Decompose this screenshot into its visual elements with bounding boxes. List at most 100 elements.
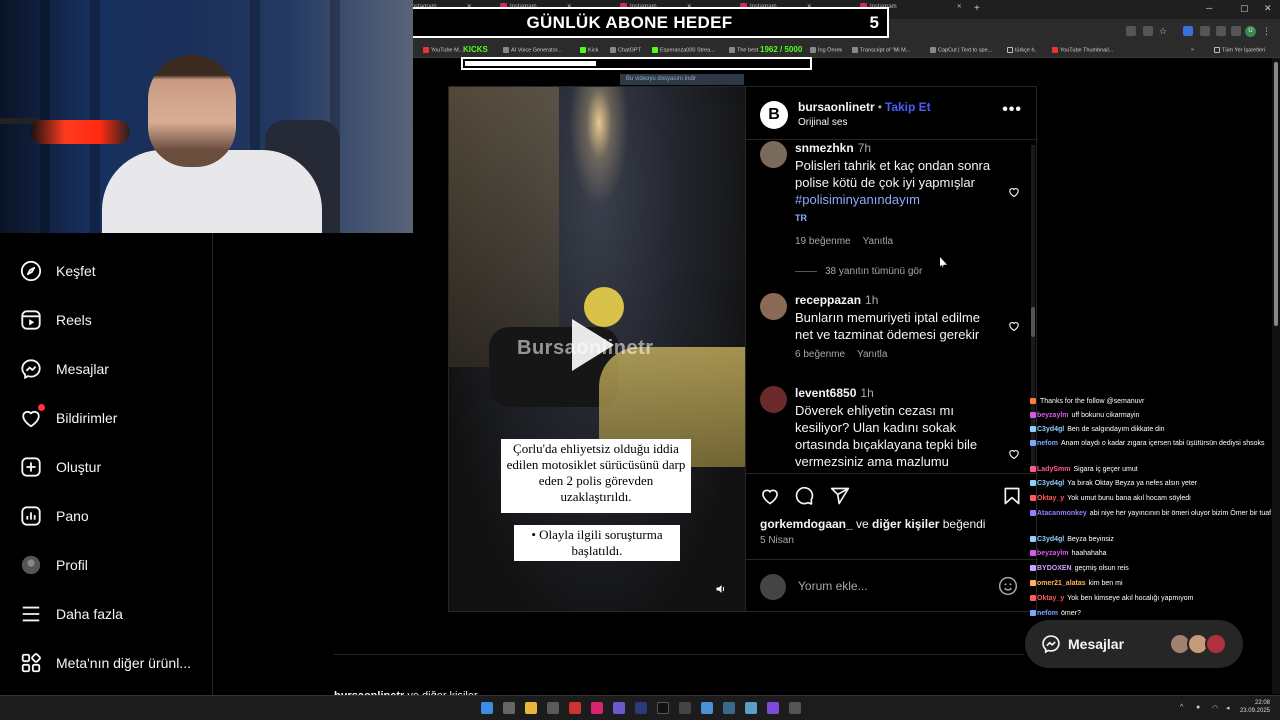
play-icon[interactable] [572,319,614,371]
install-icon[interactable] [1126,26,1136,36]
downloads-icon[interactable] [1231,26,1241,36]
chrome-icon[interactable] [701,702,713,714]
speaker-icon[interactable]: ◂ [1226,704,1230,712]
share-icon[interactable] [830,486,850,506]
extension-icon[interactable] [1200,26,1210,36]
reel-video[interactable]: Bursaonlinetr Çorlu'da ehliyetsiz olduğu… [449,87,745,611]
minimize-icon[interactable]: ─ [1206,3,1212,13]
new-tab-button[interactable]: + [974,3,980,15]
comment-likes[interactable]: 6 beğenme [795,349,845,360]
maximize-icon[interactable]: ▢ [1240,3,1249,14]
heart-icon[interactable] [1008,448,1020,460]
audio-label[interactable]: Orijinal ses [798,117,847,128]
all-bookmarks-folder[interactable]: Tüm Yer İşaretleri [1214,47,1265,53]
reply-button[interactable]: Yanıtla [863,236,893,247]
like-heart-icon[interactable] [760,486,780,506]
heart-icon[interactable] [1008,320,1020,332]
emoji-icon[interactable] [998,576,1018,596]
chat-username[interactable]: nefom [1037,440,1058,447]
app-icon[interactable] [723,702,735,714]
chat-username[interactable]: Atacanmonkey [1037,510,1087,517]
sidebar-item-messages[interactable]: Mesajlar [20,357,109,381]
chat-username[interactable]: omer21_alatas [1037,580,1086,587]
bookmarks-overflow-icon[interactable]: » [1191,47,1194,53]
heart-icon[interactable] [1008,186,1020,198]
instagram-icon[interactable] [591,702,603,714]
app-icon[interactable] [745,702,757,714]
reply-button[interactable]: Yanıtla [857,349,887,360]
bookmark-item[interactable]: The best [729,47,758,53]
star-icon[interactable]: ☆ [1159,26,1169,36]
chat-username[interactable]: Oktay_y [1037,495,1064,502]
chat-username[interactable]: LadySmm [1037,466,1070,473]
extension-icon[interactable] [1183,26,1193,36]
app-icon[interactable] [767,702,779,714]
comment-input[interactable] [798,577,978,595]
commenter-avatar[interactable] [760,141,787,168]
sidebar-item-more[interactable]: Daha fazla [20,602,123,626]
wifi-icon[interactable]: ◠ [1212,704,1218,712]
sidebar-item-notifications[interactable]: Bildirimler [20,404,117,430]
more-options-icon[interactable]: ••• [1002,101,1022,119]
profile-avatar[interactable]: U [1245,26,1256,37]
commenter-username[interactable]: snmezhkn [795,141,854,155]
sidebar-item-create[interactable]: Oluştur [20,455,101,479]
bookmark-item[interactable]: Transcript of "Mi M... [852,47,910,53]
sidebar-item-dashboard[interactable]: Pano [20,504,89,528]
bookmark-item[interactable]: İng Örnek [810,47,842,53]
extensions-puzzle-icon[interactable] [1216,26,1226,36]
sidebar-item-reels[interactable]: Reels [20,308,92,332]
taskview-icon[interactable] [503,702,515,714]
bookmark-item[interactable]: Esperanza000 Strea... [652,47,715,53]
taskbar-clock[interactable]: 22:08 23.09.2025 [1240,699,1270,715]
bookmark-save-icon[interactable] [1002,486,1022,506]
translate-badge[interactable]: TR [795,213,807,223]
chat-username[interactable]: C3yd4gl [1037,426,1064,433]
liked-by-user[interactable]: gorkemdogaan_ [760,517,853,531]
bookmark-item[interactable]: CapCut | Text to spe... [930,47,992,53]
page-scroll-thumb[interactable] [1274,62,1278,326]
app-icon[interactable] [569,702,581,714]
comments-scroll-thumb[interactable] [1031,307,1035,337]
close-tab-icon[interactable]: ✕ [957,4,962,10]
photoshop-icon[interactable] [635,702,647,714]
sidebar-item-explore[interactable]: Keşfet [20,259,96,283]
bookmark-item[interactable]: YouTube Thumbnail... [1052,47,1113,53]
chat-username[interactable]: C3yd4gl [1037,480,1064,487]
close-window-icon[interactable]: ✕ [1264,3,1272,14]
bookmark-item[interactable]: AI Voice Generator... [503,47,562,53]
chat-username[interactable]: Oktay_y [1037,595,1064,602]
messages-dock[interactable]: Mesajlar [1025,620,1243,668]
volume-icon[interactable] [715,583,727,595]
chat-username[interactable]: BYDOXEN [1037,565,1072,572]
commenter-avatar[interactable] [760,293,787,320]
app-icon[interactable] [613,702,625,714]
sidebar-item-meta-products[interactable]: Meta'nın diğer ürünl... [20,651,191,675]
file-explorer-icon[interactable] [525,702,537,714]
chat-username[interactable]: nefom [1037,610,1058,617]
tray-chevron-icon[interactable]: ^ [1180,704,1183,711]
start-windows-icon[interactable] [481,702,493,714]
bookmark-item[interactable]: ChatGPT [610,47,641,53]
chat-username[interactable]: C3yd4gl [1037,536,1064,543]
liked-by-others-link[interactable]: diğer kişiler [872,517,939,531]
comment-likes[interactable]: 19 beğenme [795,236,851,247]
follow-button[interactable]: Takip Et [885,100,931,114]
hashtag-link[interactable]: #polisiminyanındayım [795,192,920,207]
app-icon[interactable] [679,702,691,714]
author-avatar[interactable]: B [760,101,788,129]
bookmark-item[interactable]: YouTube M... [423,47,463,53]
chat-username[interactable]: beyzaylm [1037,550,1069,557]
bookmark-item[interactable]: Kick [580,47,598,53]
author-username[interactable]: bursaonlinetr [798,100,875,114]
sidebar-item-profile[interactable]: Profil [20,553,88,577]
tiktok-icon[interactable] [657,702,669,714]
download-video-hint[interactable]: Bu videoyu dosyasını indir [620,74,744,85]
chat-username[interactable]: beyzaylm [1037,412,1069,419]
zoom-icon[interactable] [1143,26,1153,36]
view-replies-button[interactable]: 38 yanıtın tümünü gör [795,266,922,277]
tray-app-icon[interactable]: ● [1196,704,1200,711]
commenter-username[interactable]: levent6850 [795,386,856,400]
app-icon[interactable] [789,702,801,714]
commenter-avatar[interactable] [760,386,787,413]
